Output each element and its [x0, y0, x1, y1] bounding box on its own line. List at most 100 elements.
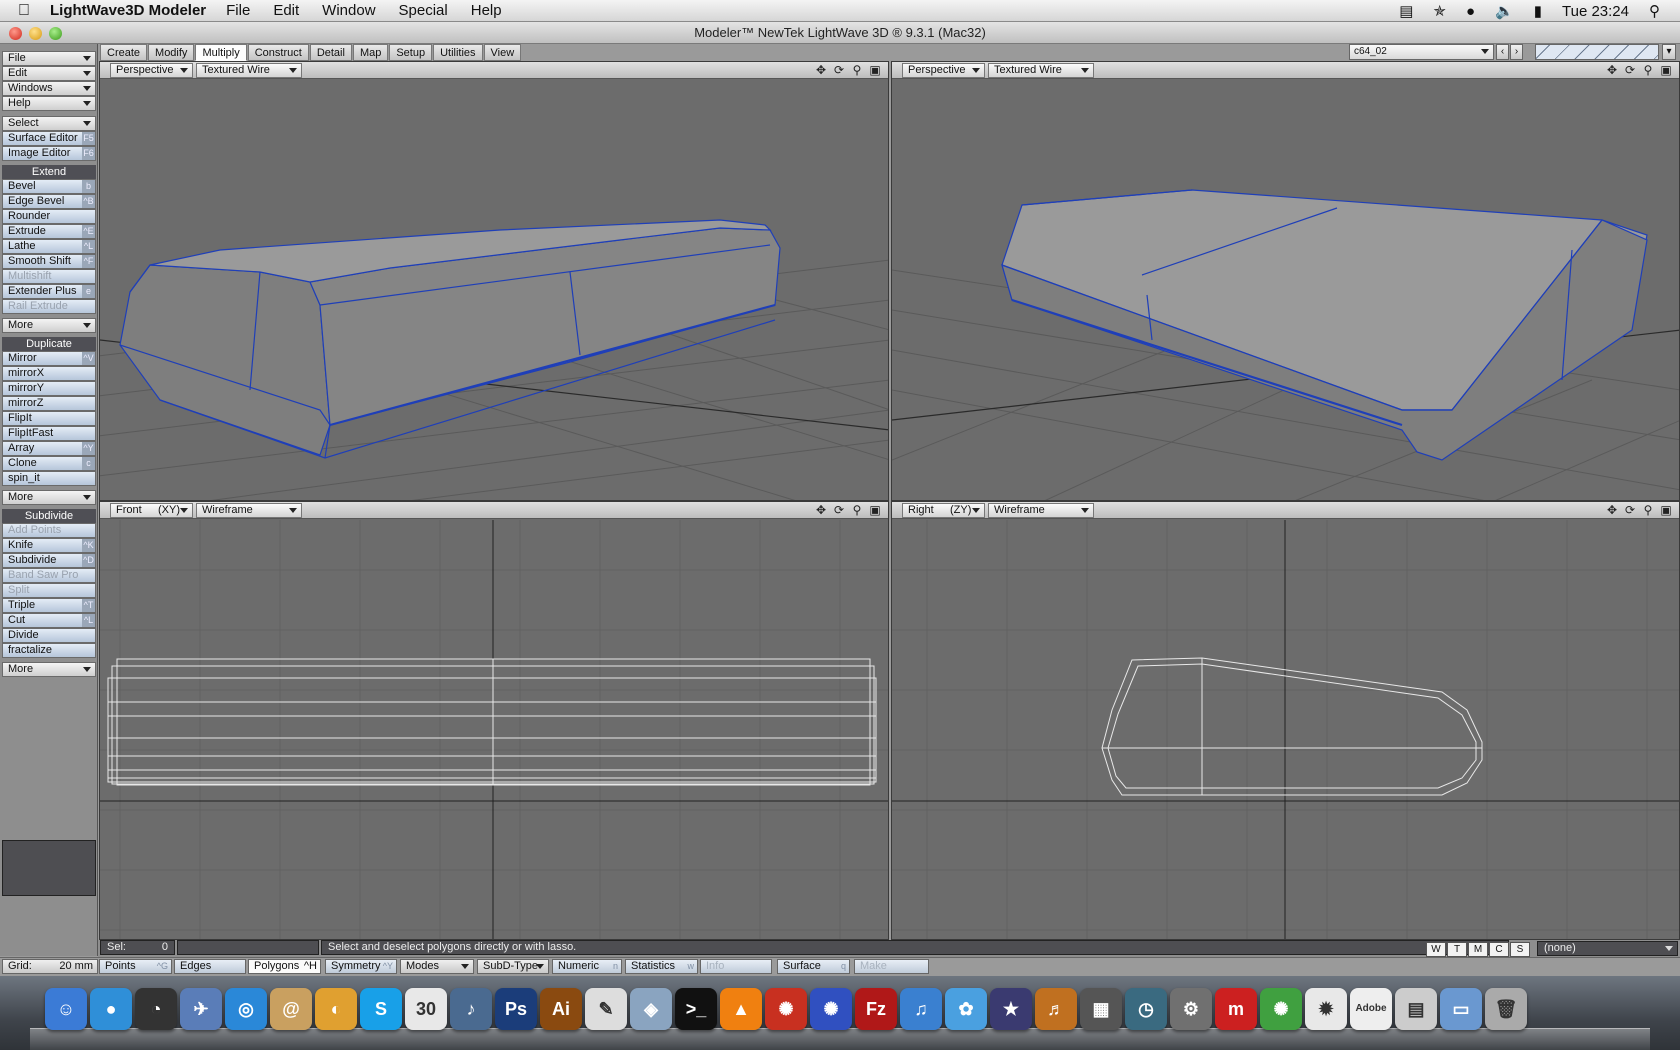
safari-icon[interactable]: ◎ [225, 988, 267, 1030]
iphoto-icon[interactable]: ✿ [945, 988, 987, 1030]
rotate-icon[interactable]: ⟳ [1621, 503, 1639, 518]
zoom-icon[interactable]: ⚲ [1639, 63, 1657, 78]
rotate-icon[interactable]: ⟳ [830, 503, 848, 518]
tab-map[interactable]: Map [352, 44, 389, 61]
make-button[interactable]: Make [854, 959, 929, 974]
pan-icon[interactable]: ✥ [1603, 63, 1621, 78]
rotate-icon[interactable]: ⟳ [830, 63, 848, 78]
duplicate-mirror-button[interactable]: Mirror ^V [2, 351, 96, 366]
points-mode-button[interactable]: Points ^G [99, 959, 172, 974]
apple-icon[interactable]:  [18, 2, 42, 20]
view-type-select[interactable]: Perspective [110, 63, 193, 78]
subdivide-fractalize-button[interactable]: fractalize [2, 643, 96, 658]
extend-edge-bevel-button[interactable]: Edge Bevel ^B [2, 194, 96, 209]
subdivide-more-button[interactable]: More [2, 662, 96, 677]
wifi-icon[interactable]: ● [1466, 3, 1475, 20]
skype-icon[interactable]: S [360, 988, 402, 1030]
select-menu-button[interactable]: Select [2, 116, 96, 131]
surface-editor-button[interactable]: Surface Editor F5 [2, 131, 96, 146]
info-button[interactable]: Info [700, 959, 772, 974]
layer-buttons[interactable] [1535, 44, 1659, 60]
viewport-perspective-top-right[interactable]: Perspective Textured Wire ✥ ⟳ ⚲ ▣ [891, 61, 1680, 501]
messenger-icon[interactable]: ● [90, 988, 132, 1030]
subdivide-split-button[interactable]: Split [2, 583, 96, 598]
wtmcs-m-button[interactable]: M [1468, 942, 1488, 957]
subdivide-divide-button[interactable]: Divide [2, 628, 96, 643]
zoom-icon[interactable]: ⚲ [848, 63, 866, 78]
maximize-icon[interactable]: ▣ [866, 503, 884, 518]
prev-layer-button[interactable]: ‹ [1496, 44, 1509, 60]
extend-rounder-button[interactable]: Rounder [2, 209, 96, 224]
tab-multiply[interactable]: Multiply [195, 44, 247, 61]
display-icon[interactable]: ▤ [1399, 2, 1413, 20]
menu-file[interactable]: File [226, 2, 250, 19]
duplicate-mirrory-button[interactable]: mirrorY [2, 381, 96, 396]
viewport-front[interactable]: Front (XY) Wireframe ✥ ⟳ ⚲ ▣ [99, 501, 889, 940]
imovie-icon[interactable]: ★ [990, 988, 1032, 1030]
extend-more-button[interactable]: More [2, 318, 96, 333]
time-machine-icon[interactable]: ◷ [1125, 988, 1167, 1030]
bluetooth-icon[interactable]: ✯ [1433, 2, 1446, 20]
subdivide-subdivide-button[interactable]: Subdivide ^D [2, 553, 96, 568]
extend-smooth-shift-button[interactable]: Smooth Shift ^F [2, 254, 96, 269]
lightwave-layout-icon[interactable]: ✺ [765, 988, 807, 1030]
pan-icon[interactable]: ✥ [1603, 503, 1621, 518]
filezilla-icon[interactable]: Fz [855, 988, 897, 1030]
symmetry-button[interactable]: Symmetry ^Y [325, 959, 397, 974]
duplicate-spin-it-button[interactable]: spin_it [2, 471, 96, 486]
render-mode-select[interactable]: Wireframe [988, 503, 1094, 518]
weight-map-select[interactable]: (none) [1537, 941, 1678, 956]
extend-extrude-button[interactable]: Extrude ^E [2, 224, 96, 239]
documents-icon[interactable]: ▤ [1395, 988, 1437, 1030]
subd-type-dropdown[interactable]: SubD-Type [477, 959, 549, 974]
address-book-icon[interactable]: @ [270, 988, 312, 1030]
edit-menu-button[interactable]: Edit [2, 66, 96, 81]
extend-bevel-button[interactable]: Bevel b [2, 179, 96, 194]
subdivide-knife-button[interactable]: Knife ^K [2, 538, 96, 553]
photoshop-icon[interactable]: Ps [495, 988, 537, 1030]
menu-help[interactable]: Help [471, 2, 502, 19]
edges-mode-button[interactable]: Edges [174, 959, 246, 974]
menu-window[interactable]: Window [322, 2, 375, 19]
extend-rail-extrude-button[interactable]: Rail Extrude [2, 299, 96, 314]
windows-menu-button[interactable]: Windows [2, 81, 96, 96]
tab-setup[interactable]: Setup [389, 44, 433, 61]
maximize-icon[interactable]: ▣ [1657, 63, 1675, 78]
mindmap-icon[interactable]: ◐ [315, 988, 357, 1030]
volume-icon[interactable]: 🔈 [1495, 2, 1514, 20]
subdivide-band-saw-pro-button[interactable]: Band Saw Pro [2, 568, 96, 583]
duplicate-more-button[interactable]: More [2, 490, 96, 505]
view-type-select[interactable]: Perspective [902, 63, 985, 78]
lightwave-hub-icon[interactable]: ✺ [1260, 988, 1302, 1030]
subdivide-add-points-button[interactable]: Add Points [2, 523, 96, 538]
duplicate-clone-button[interactable]: Clone c [2, 456, 96, 471]
system-prefs-icon[interactable]: ⚙ [1170, 988, 1212, 1030]
trash-icon[interactable]: 🗑 [1485, 988, 1527, 1030]
layer-object-select[interactable]: c64_02 [1349, 44, 1494, 60]
maximize-icon[interactable]: ▣ [1657, 503, 1675, 518]
dashboard-icon[interactable]: ◔ [135, 988, 177, 1030]
close-window-icon[interactable] [9, 27, 22, 40]
app-icon[interactable]: ✹ [1305, 988, 1347, 1030]
next-layer-button[interactable]: › [1510, 44, 1523, 60]
folder-icon[interactable]: ▭ [1440, 988, 1482, 1030]
modes-dropdown[interactable]: Modes [400, 959, 474, 974]
terminal-icon[interactable]: >_ [675, 988, 717, 1030]
zoom-icon[interactable]: ⚲ [848, 503, 866, 518]
duplicate-flipit-button[interactable]: FlipIt [2, 411, 96, 426]
zoom-icon[interactable]: ⚲ [1639, 503, 1657, 518]
extend-extender-plus-button[interactable]: Extender Plus e [2, 284, 96, 299]
view-type-select[interactable]: Front (XY) [110, 503, 193, 518]
wtmcs-c-button[interactable]: C [1489, 942, 1509, 957]
duplicate-mirrorz-button[interactable]: mirrorZ [2, 396, 96, 411]
tab-view[interactable]: View [483, 44, 522, 61]
ical-icon[interactable]: 30 [405, 988, 447, 1030]
subdivide-triple-button[interactable]: Triple ^T [2, 598, 96, 613]
preview-icon[interactable]: ◈ [630, 988, 672, 1030]
render-mode-select[interactable]: Wireframe [196, 503, 302, 518]
tab-modify[interactable]: Modify [148, 44, 195, 61]
viewport-right[interactable]: Right (ZY) Wireframe ✥ ⟳ ⚲ ▣ [891, 501, 1680, 940]
polygons-mode-button[interactable]: Polygons ^H [248, 959, 321, 974]
render-mode-select[interactable]: Textured Wire [196, 63, 302, 78]
mail-bird-icon[interactable]: ✈ [180, 988, 222, 1030]
